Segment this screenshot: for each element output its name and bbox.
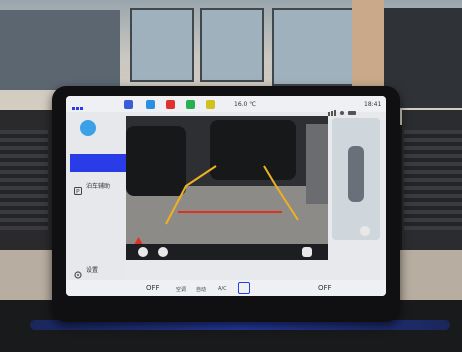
status-bar: 16.0 ℃ 18:41 — [66, 96, 386, 116]
sidebar-item-settings[interactable]: 设置 — [86, 265, 98, 274]
app-icon[interactable] — [186, 100, 195, 109]
app-icon[interactable] — [124, 100, 133, 109]
home-button[interactable] — [238, 282, 250, 294]
window-pane — [272, 8, 356, 86]
camera-control-strip — [126, 244, 328, 260]
air-vent-left — [0, 130, 48, 230]
grid-icon[interactable] — [72, 100, 84, 115]
ac-label[interactable]: A/C — [218, 286, 227, 292]
parking-icon: P — [74, 180, 82, 196]
air-vent-right — [404, 130, 462, 230]
left-temp-off[interactable]: OFF — [146, 284, 160, 292]
profile-icon[interactable] — [80, 120, 96, 136]
sidebar: P 泊车辅助 设置 — [66, 112, 126, 280]
climate-dock: OFF 空调 自动 A/C OFF — [66, 280, 386, 296]
app-icon[interactable] — [166, 100, 175, 109]
window-pane — [130, 8, 194, 82]
camera-view-button[interactable] — [138, 247, 148, 257]
sidebar-item-parking-assist[interactable]: 泊车辅助 — [86, 181, 110, 190]
warning-icon — [134, 230, 143, 244]
gear-icon — [74, 264, 82, 279]
app-icon[interactable] — [206, 100, 215, 109]
parking-guide-lines — [165, 165, 299, 225]
sidebar-selected-tile[interactable] — [70, 154, 126, 172]
infotainment-screen: 16.0 ℃ 18:41 P 泊车辅助 设置 OFF 空调 自动 A/C OFF — [66, 96, 386, 296]
surround-view — [332, 118, 380, 240]
right-temp-off[interactable]: OFF — [318, 284, 332, 292]
pillar — [352, 0, 384, 95]
storefront — [0, 10, 120, 90]
auto-label[interactable]: 自动 — [196, 286, 206, 293]
temperature-readout: 16.0 ℃ — [234, 101, 257, 108]
photo-scene: 16.0 ℃ 18:41 P 泊车辅助 设置 OFF 空调 自动 A/C OFF — [0, 0, 462, 352]
view-toggle-button[interactable] — [360, 226, 370, 236]
svg-text:P: P — [76, 189, 80, 196]
app-icon[interactable] — [146, 100, 155, 109]
camera-view-button[interactable] — [158, 247, 168, 257]
clock: 18:41 — [364, 101, 382, 108]
climate-label[interactable]: 空调 — [176, 286, 186, 293]
rear-camera-view — [126, 116, 328, 244]
signal-icons — [328, 101, 358, 116]
window-pane — [200, 8, 264, 82]
car-3d-model — [348, 146, 364, 202]
camera-view-button[interactable] — [302, 247, 312, 257]
